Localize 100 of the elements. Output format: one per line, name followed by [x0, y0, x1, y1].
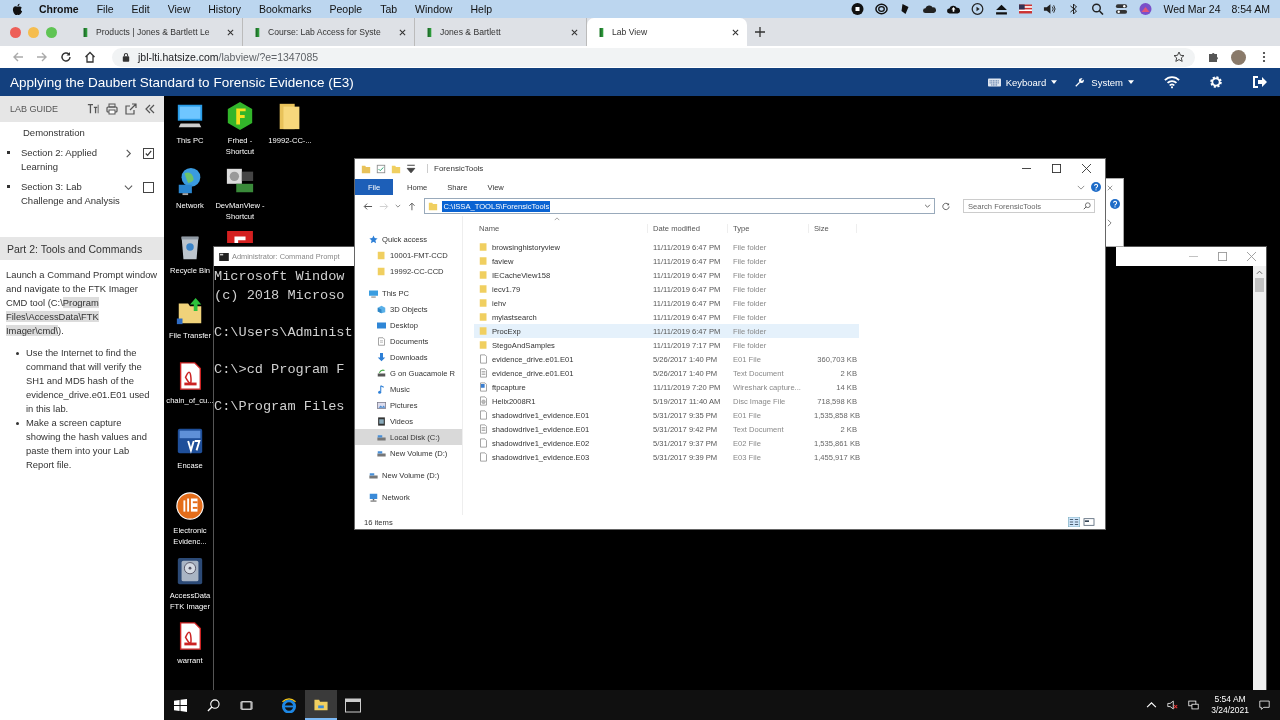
- puzzle-icon[interactable]: [1207, 51, 1219, 63]
- lock-icon: [122, 52, 130, 62]
- checkbox[interactable]: [143, 182, 154, 193]
- logout-icon[interactable]: [1252, 75, 1268, 89]
- upload-icon[interactable]: [947, 3, 961, 15]
- eject-icon[interactable]: [995, 3, 1009, 15]
- text-file-icon: [479, 424, 488, 434]
- toggle-icon[interactable]: [1115, 3, 1129, 15]
- instruction-item: Use the Internet to find the command that will verify the SH1 and MD5 hash of the evidence_drive.e01.E01 used in this lab.: [26, 346, 151, 416]
- search-icon[interactable]: [207, 698, 220, 712]
- menu-item[interactable]: People: [329, 3, 363, 15]
- chevron-right-icon[interactable]: [124, 149, 133, 158]
- menu-item[interactable]: File: [96, 3, 114, 15]
- network-icon[interactable]: [1188, 700, 1200, 710]
- clock-date[interactable]: 3/24/2021: [1211, 705, 1249, 716]
- outline-item[interactable]: Demonstration: [7, 126, 154, 140]
- properties-icon[interactable]: [376, 163, 386, 174]
- play-icon[interactable]: [971, 3, 985, 15]
- checkbox[interactable]: [143, 148, 154, 159]
- app-icon[interactable]: [175, 491, 205, 521]
- apple-icon[interactable]: [12, 2, 23, 16]
- close-button[interactable]: [10, 26, 21, 38]
- star-icon[interactable]: [1173, 51, 1185, 63]
- speaker-icon[interactable]: [1043, 3, 1057, 15]
- avatar-icon[interactable]: [1139, 3, 1153, 15]
- taskbar-button[interactable]: [305, 690, 337, 720]
- chevron-down-icon[interactable]: [1077, 184, 1085, 190]
- app-menu[interactable]: Chrome: [39, 3, 79, 15]
- outline-item[interactable]: Section 2: Applied Learning: [21, 146, 120, 174]
- sort-caret-icon: [554, 217, 560, 221]
- search-icon[interactable]: [1091, 3, 1105, 15]
- ring-icon[interactable]: [875, 3, 889, 15]
- up-icon[interactable]: [406, 201, 417, 211]
- back-icon[interactable]: [363, 201, 373, 211]
- profile-avatar[interactable]: [1231, 49, 1246, 65]
- menu-item[interactable]: Edit: [131, 3, 150, 15]
- clock-time[interactable]: 5:54 AM: [1214, 694, 1246, 705]
- guide-title: LAB GUIDE: [10, 104, 59, 114]
- record-icon[interactable]: [851, 3, 865, 15]
- windows-icon[interactable]: [174, 698, 187, 712]
- task-view-icon[interactable]: [240, 698, 253, 712]
- flag-icon[interactable]: [1019, 3, 1033, 15]
- film-icon: [377, 416, 386, 426]
- collapse-icon[interactable]: [144, 103, 156, 115]
- bullet-mark: [16, 352, 19, 355]
- system-menu[interactable]: System: [1073, 76, 1134, 88]
- dropdown-icon[interactable]: [406, 163, 416, 174]
- scroll-thumb[interactable]: [1255, 278, 1264, 292]
- plus-icon[interactable]: [755, 27, 765, 37]
- close-icon[interactable]: [399, 28, 406, 36]
- speaker-muted-icon[interactable]: [1167, 700, 1179, 710]
- settings-icon[interactable]: [1208, 75, 1224, 89]
- chevron-down-icon[interactable]: [394, 204, 401, 208]
- search-icon: [1083, 202, 1091, 210]
- keyboard-menu[interactable]: Keyboard: [987, 76, 1058, 88]
- browser-tab[interactable]: Lab View: [587, 18, 747, 46]
- chevron-down-icon[interactable]: [124, 183, 133, 192]
- close-icon[interactable]: [571, 28, 578, 36]
- console-line: C:\Program Files: [214, 399, 345, 416]
- instruction-text: Launch a Command Prompt window and navigate to the FTK Imager CMD tool (C:\Program Files\AccessData\FTK Imager\cmd\).: [6, 268, 158, 338]
- menu-item[interactable]: View: [167, 3, 191, 15]
- help-icon[interactable]: [1091, 182, 1101, 192]
- terminal-icon: [219, 252, 229, 261]
- menu-item[interactable]: Tab: [380, 3, 398, 15]
- app-icon[interactable]: [175, 426, 205, 456]
- url-field[interactable]: jbl-lti.hatsize.com/labview/?e=1347085: [112, 47, 1195, 67]
- browser-icon: [281, 697, 297, 713]
- menu-item[interactable]: History: [208, 3, 241, 15]
- chevron-up-icon[interactable]: [1146, 700, 1158, 710]
- home-icon[interactable]: [84, 51, 96, 63]
- music-icon: [377, 384, 386, 394]
- preview-view-icon[interactable]: [1083, 517, 1095, 527]
- close-icon[interactable]: [732, 28, 739, 36]
- external-link-icon[interactable]: [125, 103, 137, 115]
- close-icon[interactable]: [227, 28, 234, 36]
- print-icon[interactable]: [106, 103, 118, 115]
- chevron-down-icon[interactable]: [924, 204, 932, 208]
- scroll-up-icon[interactable]: [1256, 270, 1263, 275]
- text-size-icon[interactable]: [87, 103, 99, 115]
- menu-item[interactable]: Bookmarks: [258, 3, 312, 15]
- reload-icon[interactable]: [60, 51, 72, 63]
- wifi-icon[interactable]: [1164, 75, 1180, 89]
- maximize-icon[interactable]: [1052, 164, 1061, 173]
- help-icon[interactable]: [1110, 199, 1120, 209]
- network-icon: [369, 492, 378, 502]
- app-icon[interactable]: [225, 101, 255, 131]
- cloud-icon[interactable]: [923, 3, 937, 15]
- close-icon[interactable]: [1082, 164, 1091, 173]
- menu-item[interactable]: Window: [415, 3, 453, 15]
- menu-item[interactable]: Help: [470, 3, 493, 15]
- document-icon: [377, 336, 386, 346]
- notification-icon[interactable]: [1259, 700, 1270, 710]
- details-view-icon[interactable]: [1068, 517, 1080, 527]
- text-file-icon: [479, 368, 488, 378]
- refresh-icon[interactable]: [941, 201, 951, 211]
- app-icon[interactable]: [225, 231, 255, 243]
- scrollbar[interactable]: [1253, 266, 1266, 690]
- favicon-icon: [81, 26, 90, 38]
- chevron-right-icon[interactable]: [1107, 219, 1112, 227]
- outline-item[interactable]: Section 3: Lab Challenge and Analysis: [21, 180, 120, 208]
